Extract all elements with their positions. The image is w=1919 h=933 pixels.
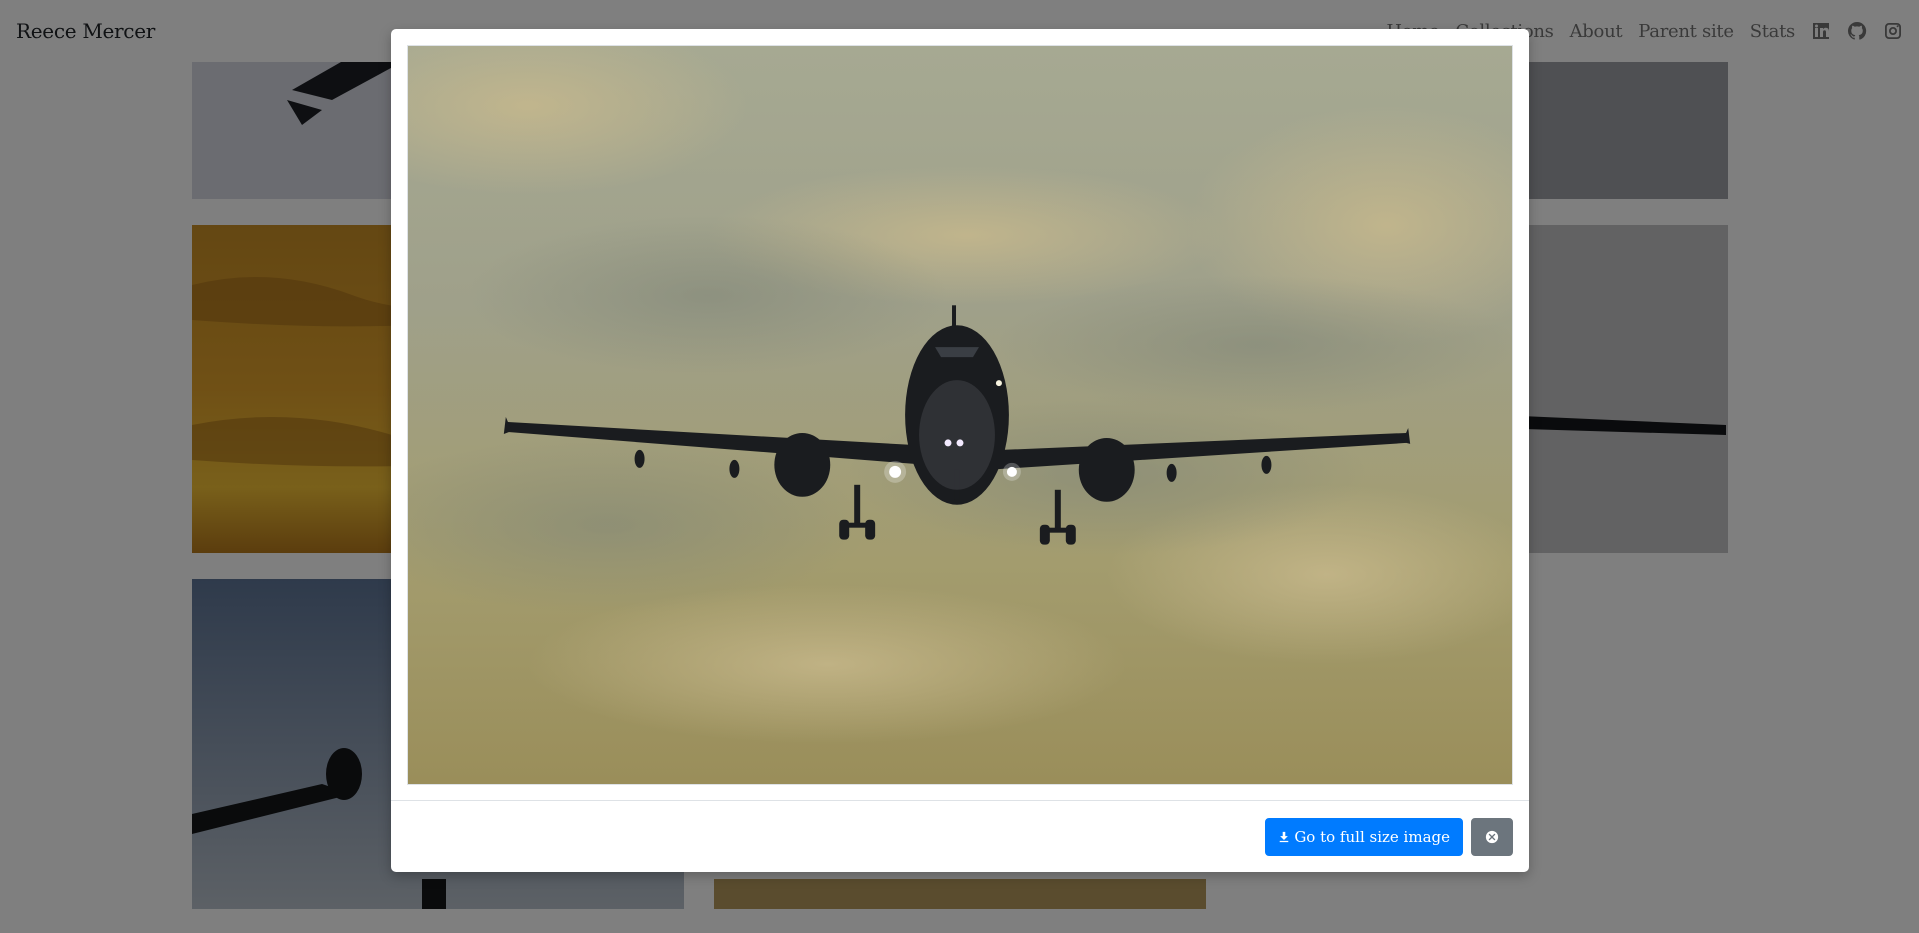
image-modal: Go to full size image — [391, 29, 1529, 872]
full-size-image-label: Go to full size image — [1294, 827, 1450, 846]
close-circle-icon — [1485, 830, 1499, 844]
modal-footer: Go to full size image — [391, 800, 1529, 872]
close-modal-button[interactable] — [1471, 817, 1513, 856]
full-size-image-button[interactable]: Go to full size image — [1265, 817, 1463, 856]
download-icon — [1278, 831, 1290, 843]
airplane-landing-photo — [407, 45, 1513, 785]
